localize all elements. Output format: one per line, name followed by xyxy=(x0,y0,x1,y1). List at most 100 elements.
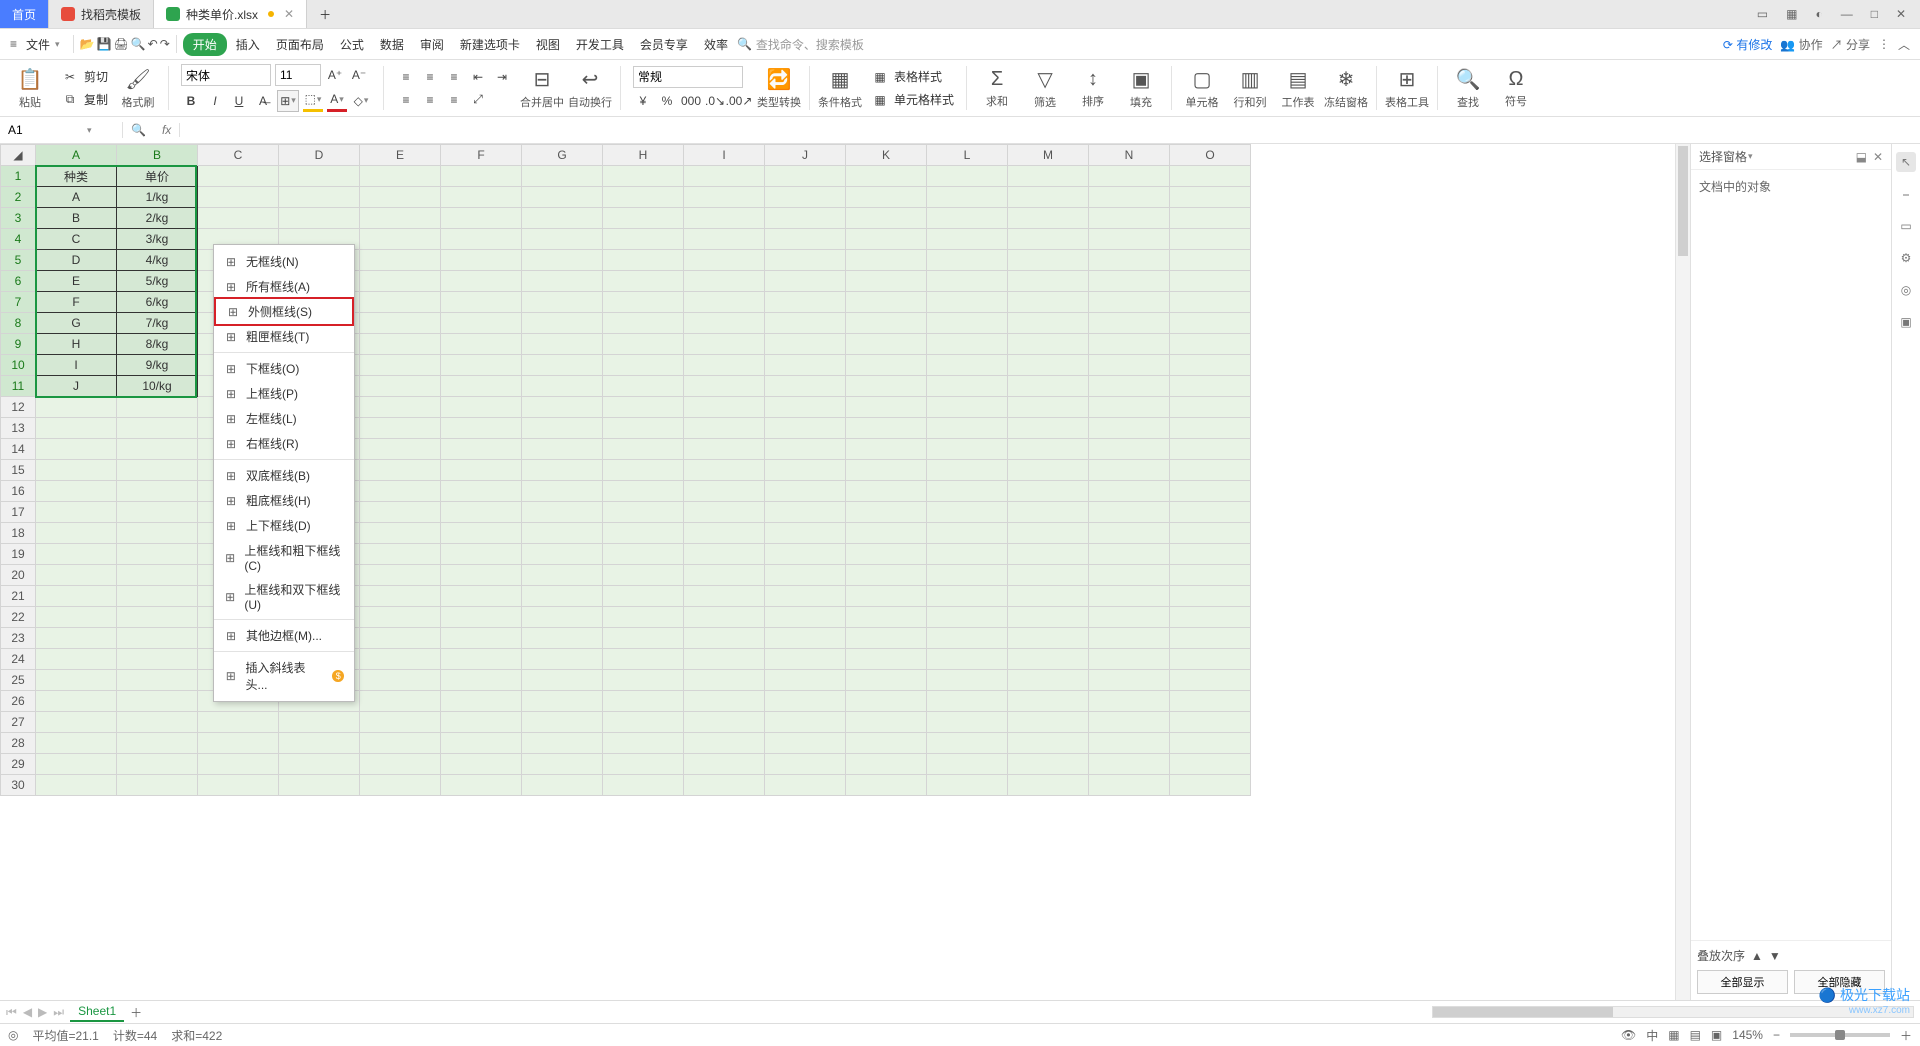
cell[interactable] xyxy=(1008,712,1089,733)
cell[interactable] xyxy=(603,250,684,271)
cell[interactable] xyxy=(1008,418,1089,439)
cell[interactable] xyxy=(441,754,522,775)
cell[interactable] xyxy=(1089,313,1170,334)
col-header[interactable]: O xyxy=(1170,145,1251,166)
border-menu-item[interactable]: ⊞上框线和双下框线(U) xyxy=(214,577,354,616)
cell[interactable] xyxy=(927,334,1008,355)
cell[interactable] xyxy=(441,250,522,271)
cell[interactable] xyxy=(1089,460,1170,481)
cell[interactable] xyxy=(846,607,927,628)
tab-data[interactable]: 数据 xyxy=(373,32,411,57)
tab-review[interactable]: 审阅 xyxy=(413,32,451,57)
cell[interactable] xyxy=(117,565,198,586)
cell[interactable] xyxy=(360,376,441,397)
row-header[interactable]: 2 xyxy=(1,187,36,208)
cell[interactable] xyxy=(603,292,684,313)
col-header[interactable]: E xyxy=(360,145,441,166)
cell[interactable] xyxy=(927,523,1008,544)
cell[interactable] xyxy=(1008,733,1089,754)
format-painter-button[interactable]: 🖌格式刷 xyxy=(116,67,160,110)
cell[interactable] xyxy=(360,502,441,523)
cell[interactable] xyxy=(117,691,198,712)
row-header[interactable]: 11 xyxy=(1,376,36,397)
layout1-icon[interactable]: ▭ xyxy=(1753,5,1772,23)
cell[interactable] xyxy=(198,208,279,229)
rowcol-button[interactable]: ▥行和列 xyxy=(1228,67,1272,110)
cell[interactable] xyxy=(36,565,117,586)
cell[interactable] xyxy=(522,733,603,754)
cell[interactable] xyxy=(603,271,684,292)
cell[interactable] xyxy=(684,355,765,376)
cell[interactable] xyxy=(846,670,927,691)
cell[interactable] xyxy=(765,187,846,208)
cell[interactable] xyxy=(1008,208,1089,229)
tab-current-file[interactable]: 种类单价.xlsx ✕ xyxy=(154,0,307,28)
cell[interactable] xyxy=(846,775,927,796)
cell[interactable] xyxy=(1089,523,1170,544)
cell[interactable] xyxy=(441,565,522,586)
cell[interactable] xyxy=(927,481,1008,502)
cell[interactable] xyxy=(1008,376,1089,397)
cell[interactable] xyxy=(765,334,846,355)
currency-icon[interactable]: ¥ xyxy=(633,91,653,111)
tab-page-layout[interactable]: 页面布局 xyxy=(269,32,331,57)
row-header[interactable]: 4 xyxy=(1,229,36,250)
cell[interactable] xyxy=(36,460,117,481)
cell[interactable] xyxy=(441,439,522,460)
cell[interactable] xyxy=(360,712,441,733)
cell[interactable] xyxy=(360,628,441,649)
cell[interactable] xyxy=(1170,775,1251,796)
cell[interactable] xyxy=(441,502,522,523)
cell[interactable] xyxy=(603,376,684,397)
col-header[interactable]: I xyxy=(684,145,765,166)
cell[interactable] xyxy=(684,628,765,649)
cell[interactable] xyxy=(927,460,1008,481)
cell[interactable] xyxy=(360,607,441,628)
cell[interactable] xyxy=(765,439,846,460)
cell[interactable] xyxy=(360,691,441,712)
cell[interactable] xyxy=(1089,544,1170,565)
cell[interactable] xyxy=(603,334,684,355)
fill-color-button[interactable]: ⬚▾ xyxy=(303,89,323,112)
cell[interactable] xyxy=(1170,628,1251,649)
goto-icon[interactable]: 🔍 xyxy=(123,123,154,137)
cell[interactable] xyxy=(360,229,441,250)
cell[interactable] xyxy=(1170,607,1251,628)
cell[interactable] xyxy=(360,292,441,313)
cell[interactable] xyxy=(36,754,117,775)
tab-templates[interactable]: 找稻壳模板 xyxy=(49,0,154,28)
cell[interactable] xyxy=(1008,166,1089,187)
cell[interactable] xyxy=(1170,250,1251,271)
cell[interactable] xyxy=(846,691,927,712)
cell[interactable] xyxy=(117,586,198,607)
cell[interactable] xyxy=(117,418,198,439)
cell[interactable] xyxy=(1008,586,1089,607)
grid-icon[interactable]: ▦ xyxy=(1782,5,1801,23)
cell[interactable]: E xyxy=(36,271,117,292)
cell[interactable] xyxy=(441,313,522,334)
cell[interactable] xyxy=(441,166,522,187)
cell[interactable] xyxy=(927,292,1008,313)
cell[interactable] xyxy=(1008,313,1089,334)
cell[interactable] xyxy=(684,271,765,292)
cell[interactable] xyxy=(765,544,846,565)
cell[interactable] xyxy=(360,586,441,607)
cell[interactable] xyxy=(279,754,360,775)
cell[interactable] xyxy=(117,397,198,418)
row-header[interactable]: 10 xyxy=(1,355,36,376)
preview-icon[interactable]: 🔍 xyxy=(131,37,146,51)
cell[interactable] xyxy=(1170,586,1251,607)
border-menu-item[interactable]: ⊞上下框线(D) xyxy=(214,513,354,538)
dec-inc-icon[interactable]: .0↘ xyxy=(705,91,725,111)
cell[interactable] xyxy=(846,334,927,355)
find-button[interactable]: 🔍查找 xyxy=(1446,67,1490,110)
cell[interactable] xyxy=(117,523,198,544)
cell[interactable] xyxy=(36,712,117,733)
italic-button[interactable]: I xyxy=(205,91,225,111)
cell[interactable] xyxy=(441,712,522,733)
cell[interactable] xyxy=(198,754,279,775)
cell[interactable] xyxy=(1170,460,1251,481)
row-header[interactable]: 15 xyxy=(1,460,36,481)
scrollbar-thumb[interactable] xyxy=(1678,146,1688,256)
cell[interactable]: B xyxy=(36,208,117,229)
